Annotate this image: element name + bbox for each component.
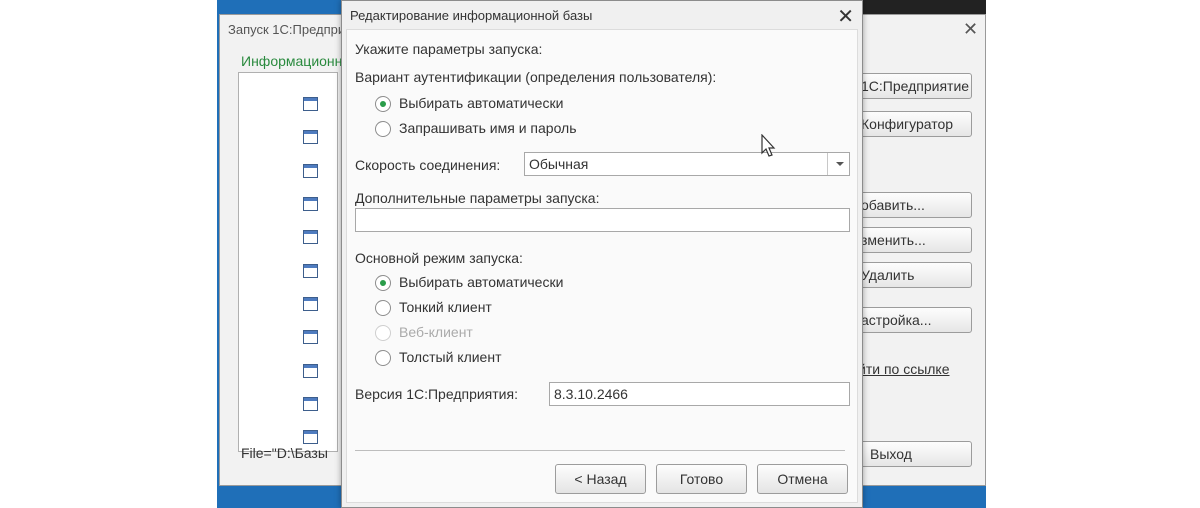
open-by-link[interactable]: йти по ссылке bbox=[858, 361, 950, 377]
change-button[interactable]: зменить... bbox=[844, 227, 972, 253]
mode-auto-label[interactable]: Выбирать автоматически bbox=[399, 274, 563, 290]
auth-prompt-radio[interactable] bbox=[375, 121, 391, 137]
add-button[interactable]: обавить... bbox=[844, 192, 972, 218]
mode-thick-label[interactable]: Толстый клиент bbox=[399, 349, 502, 365]
dialog-title: Редактирование информационной базы bbox=[350, 8, 593, 23]
settings-button[interactable]: астройка... bbox=[844, 307, 972, 333]
mode-web-radio bbox=[375, 325, 391, 341]
extra-params-label: Дополнительные параметры запуска: bbox=[355, 190, 600, 206]
mode-thin-label[interactable]: Тонкий клиент bbox=[399, 299, 492, 315]
auth-auto-label[interactable]: Выбирать автоматически bbox=[399, 95, 563, 111]
speed-select-value: Обычная bbox=[529, 156, 589, 172]
launcher-close-icon[interactable]: ✕ bbox=[963, 19, 978, 40]
dialog-body: Укажите параметры запуска: Вариант аутен… bbox=[346, 29, 858, 503]
back-button[interactable]: < Назад bbox=[555, 464, 646, 494]
infobase-icon[interactable] bbox=[303, 164, 318, 178]
infobase-path: File="D:\Базы bbox=[241, 445, 328, 461]
auth-auto-radio[interactable] bbox=[375, 96, 391, 112]
speed-select[interactable]: Обычная bbox=[524, 152, 850, 176]
version-label: Версия 1С:Предприятия: bbox=[355, 386, 518, 402]
infobase-icon[interactable] bbox=[303, 264, 318, 278]
infobase-icon[interactable] bbox=[303, 130, 318, 144]
mode-thin-radio[interactable] bbox=[375, 300, 391, 316]
mouse-cursor-icon bbox=[761, 134, 776, 157]
chevron-down-icon[interactable] bbox=[827, 153, 849, 175]
infobase-icon[interactable] bbox=[303, 230, 318, 244]
mode-web-label: Веб-клиент bbox=[399, 324, 473, 340]
infobase-icon[interactable] bbox=[303, 297, 318, 311]
speed-label: Скорость соединения: bbox=[355, 157, 501, 173]
dialog-separator bbox=[355, 450, 845, 451]
delete-button[interactable]: Удалить bbox=[844, 262, 972, 288]
infobase-icon[interactable] bbox=[303, 364, 318, 378]
configurator-button[interactable]: Конфигуратор bbox=[844, 111, 972, 137]
infobase-icon[interactable] bbox=[303, 430, 318, 444]
mode-thick-radio[interactable] bbox=[375, 350, 391, 366]
desktop-dark-strip bbox=[860, 0, 986, 14]
launcher-window-title: Запуск 1С:Предприя bbox=[228, 22, 353, 37]
infobase-list[interactable] bbox=[238, 72, 338, 452]
auth-label: Вариант аутентификации (определения поль… bbox=[355, 69, 717, 85]
enterprise-button[interactable]: 1С:Предприятие bbox=[844, 73, 972, 99]
dialog-close-icon[interactable]: ✕ bbox=[837, 4, 854, 29]
mode-label: Основной режим запуска: bbox=[355, 250, 523, 266]
edit-infobase-dialog: Редактирование информационной базы ✕ Ука… bbox=[341, 0, 863, 508]
dialog-heading: Укажите параметры запуска: bbox=[355, 41, 543, 57]
infobase-icon[interactable] bbox=[303, 397, 318, 411]
extra-params-input[interactable] bbox=[355, 208, 850, 232]
infobase-icon[interactable] bbox=[303, 330, 318, 344]
exit-button[interactable]: Выход bbox=[844, 441, 972, 467]
cancel-button[interactable]: Отмена bbox=[757, 464, 848, 494]
infobase-list-label: Информационн bbox=[241, 53, 343, 69]
mode-auto-radio[interactable] bbox=[375, 275, 391, 291]
infobase-icon[interactable] bbox=[303, 97, 318, 111]
version-input[interactable]: 8.3.10.2466 bbox=[549, 382, 850, 406]
done-button[interactable]: Готово bbox=[656, 464, 747, 494]
dialog-titlebar: Редактирование информационной базы ✕ bbox=[342, 1, 862, 29]
infobase-icon[interactable] bbox=[303, 197, 318, 211]
auth-prompt-label[interactable]: Запрашивать имя и пароль bbox=[399, 120, 577, 136]
